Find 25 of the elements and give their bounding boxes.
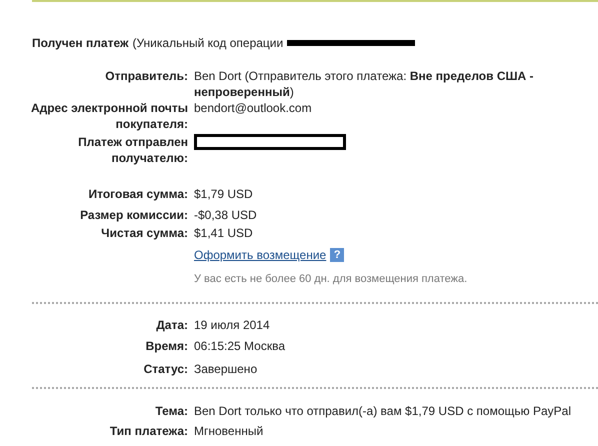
field-value: 19 июля 2014 bbox=[194, 318, 270, 332]
field-label: Тема: bbox=[154, 402, 188, 418]
field-label: Дата: bbox=[155, 316, 188, 332]
field-label: Время: bbox=[144, 338, 188, 354]
field-label: Отправитель: bbox=[104, 68, 188, 84]
field-value: $1,41 USD bbox=[194, 226, 253, 240]
field-label: Статус: bbox=[142, 360, 188, 376]
refund-link[interactable]: Оформить возмещение bbox=[194, 247, 326, 263]
field-label: Адрес электронной почты покупателя: bbox=[30, 100, 188, 132]
field-label: Платеж отправлен получателю: bbox=[77, 134, 188, 166]
field-value: bendort@outlook.com bbox=[194, 100, 313, 116]
refund-note: У вас есть не более 60 дн. для возмещения платежа. bbox=[194, 272, 468, 287]
field-value: Ben Dort только что отправил(-а) вам $1,79 USD с помощью PayPal bbox=[194, 404, 571, 418]
field-value: Мгновенный bbox=[194, 424, 264, 438]
field-value: $1,79 USD bbox=[194, 187, 253, 201]
payment-title: Получен платеж bbox=[32, 35, 128, 52]
field-value: -$0,38 USD bbox=[194, 208, 257, 222]
field-label: Чистая сумма: bbox=[100, 225, 188, 241]
field-label: Размер комиссии: bbox=[79, 207, 188, 223]
field-value: 06:15:25 Москва bbox=[194, 338, 286, 352]
field-value: Завершено bbox=[194, 362, 258, 376]
field-label: Тип платежа: bbox=[108, 422, 188, 438]
operation-code-label: (Уникальный код операции bbox=[132, 35, 284, 52]
field-value: Ben Dort (Отправитель этого платежа: Вне пределов США - непроверенный) bbox=[194, 68, 535, 100]
field-label: Итоговая сумма: bbox=[87, 186, 188, 202]
